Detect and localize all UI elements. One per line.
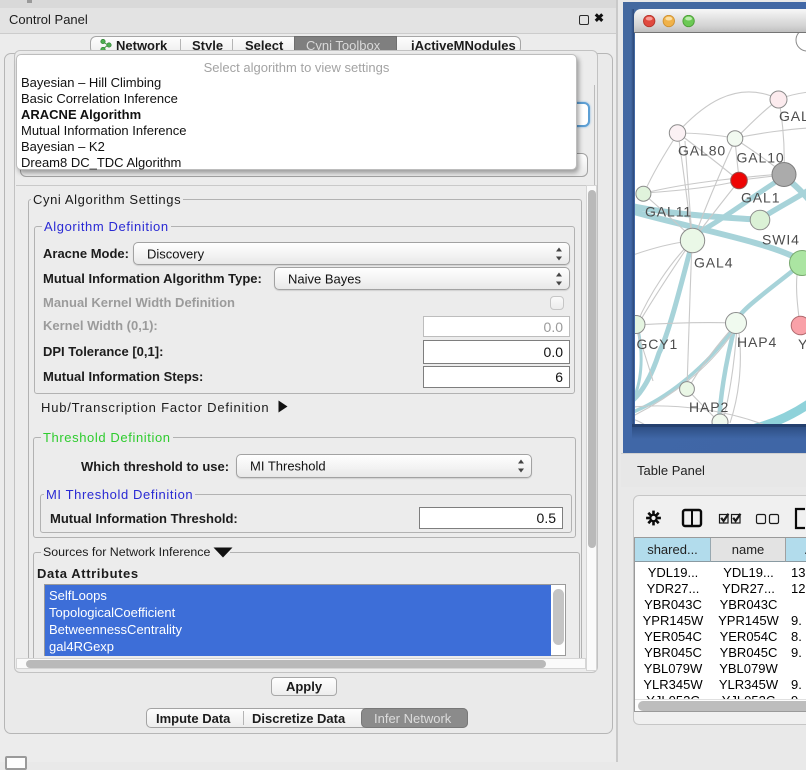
svg-text:GAL80: GAL80 [678, 143, 726, 159]
svg-text:HAP4: HAP4 [737, 334, 777, 350]
svg-text:GAL11: GAL11 [645, 204, 692, 220]
svg-text:GAL1: GAL1 [741, 190, 780, 206]
svg-text:HAP2: HAP2 [689, 399, 729, 415]
svg-text:GAL10: GAL10 [737, 150, 785, 166]
svg-text:GAL: GAL [779, 108, 806, 124]
svg-text:SWI4: SWI4 [762, 232, 800, 248]
svg-text:GCY1: GCY1 [637, 336, 679, 352]
svg-text:Y: Y [798, 336, 806, 352]
svg-text:GAL4: GAL4 [694, 255, 733, 271]
